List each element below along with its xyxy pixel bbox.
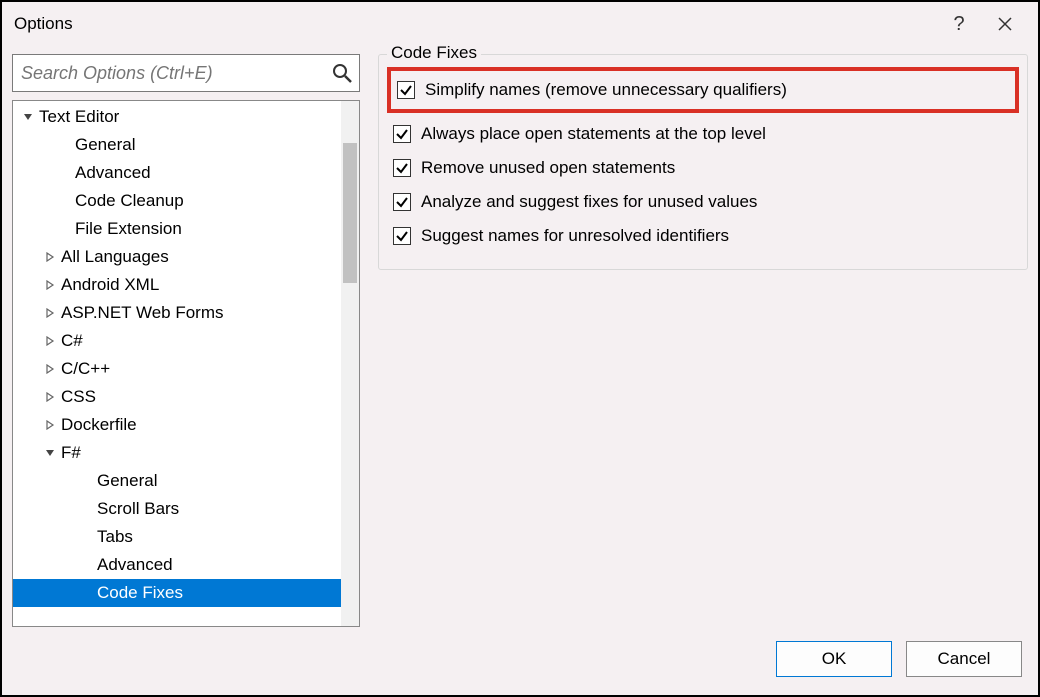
scrollbar-thumb[interactable] [343, 143, 357, 283]
help-button[interactable]: ? [936, 2, 982, 46]
code-fixes-group: Code Fixes Simplify names (remove unnece… [378, 54, 1028, 270]
checkbox[interactable] [393, 193, 411, 211]
tree-item[interactable]: Code Fixes [13, 579, 341, 607]
tree-spacer [57, 138, 71, 152]
expand-right-icon[interactable] [43, 390, 57, 404]
check-icon [395, 195, 409, 209]
titlebar: Options ? [2, 2, 1038, 46]
expand-right-icon[interactable] [43, 306, 57, 320]
option-label: Simplify names (remove unnecessary quali… [425, 80, 787, 100]
option-row: Always place open statements at the top … [393, 117, 1013, 151]
tree-item-label: General [97, 471, 157, 491]
tree-item[interactable]: Text Editor [13, 103, 341, 131]
tree-scrollbar[interactable] [341, 101, 359, 626]
tree-item[interactable]: General [13, 131, 341, 159]
expand-right-icon[interactable] [43, 334, 57, 348]
tree-item[interactable]: CSS [13, 383, 341, 411]
tree-spacer [57, 166, 71, 180]
expand-right-icon[interactable] [43, 250, 57, 264]
option-row: Remove unused open statements [393, 151, 1013, 185]
check-icon [395, 229, 409, 243]
tree-item-label: C/C++ [61, 359, 110, 379]
tree-item-label: ASP.NET Web Forms [61, 303, 224, 323]
option-row: Suggest names for unresolved identifiers [393, 219, 1013, 253]
option-label: Suggest names for unresolved identifiers [421, 226, 729, 246]
tree-item-label: Code Fixes [97, 583, 183, 603]
tree-item[interactable]: Scroll Bars [13, 495, 341, 523]
checkbox[interactable] [393, 125, 411, 143]
tree-item-label: Dockerfile [61, 415, 137, 435]
options-tree[interactable]: Text Editor General Advanced Code Cleanup Fi… [12, 100, 360, 627]
expand-right-icon[interactable] [43, 418, 57, 432]
search-icon[interactable] [332, 63, 352, 83]
tree-spacer [79, 502, 93, 516]
expand-right-icon[interactable] [43, 278, 57, 292]
tree-item[interactable]: F# [13, 439, 341, 467]
tree-spacer [79, 530, 93, 544]
option-row: Simplify names (remove unnecessary quali… [397, 73, 1009, 107]
tree-item-label: F# [61, 443, 81, 463]
tree-spacer [79, 474, 93, 488]
option-row: Analyze and suggest fixes for unused val… [393, 185, 1013, 219]
ok-button[interactable]: OK [776, 641, 892, 677]
tree-item[interactable]: ASP.NET Web Forms [13, 299, 341, 327]
tree-item-label: Code Cleanup [75, 191, 184, 211]
tree-item[interactable]: C/C++ [13, 355, 341, 383]
tree-item[interactable]: Code Cleanup [13, 187, 341, 215]
option-label: Analyze and suggest fixes for unused val… [421, 192, 757, 212]
check-icon [399, 83, 413, 97]
tree-item-label: Tabs [97, 527, 133, 547]
dialog-footer: OK Cancel [2, 627, 1038, 695]
tree-item[interactable]: Advanced [13, 159, 341, 187]
tree-item[interactable]: Dockerfile [13, 411, 341, 439]
expand-right-icon[interactable] [43, 362, 57, 376]
tree-spacer [57, 222, 71, 236]
options-dialog: Options ? Text Editor General Advanced Code… [0, 0, 1040, 697]
close-icon [998, 17, 1012, 31]
checkbox[interactable] [397, 81, 415, 99]
tree-item-label: All Languages [61, 247, 169, 267]
highlighted-option: Simplify names (remove unnecessary quali… [387, 67, 1019, 113]
close-button[interactable] [982, 2, 1028, 46]
check-icon [395, 127, 409, 141]
tree-item[interactable]: C# [13, 327, 341, 355]
cancel-button[interactable]: Cancel [906, 641, 1022, 677]
checkbox[interactable] [393, 159, 411, 177]
tree-item[interactable]: Advanced [13, 551, 341, 579]
tree-spacer [79, 558, 93, 572]
tree-item-label: Android XML [61, 275, 159, 295]
expand-down-icon[interactable] [21, 110, 35, 124]
tree-item-label: Advanced [97, 555, 173, 575]
option-label: Remove unused open statements [421, 158, 675, 178]
option-label: Always place open statements at the top … [421, 124, 766, 144]
expand-down-icon[interactable] [43, 446, 57, 460]
search-input[interactable] [12, 54, 360, 92]
checkbox[interactable] [393, 227, 411, 245]
tree-item[interactable]: All Languages [13, 243, 341, 271]
tree-spacer [57, 194, 71, 208]
tree-item-label: Advanced [75, 163, 151, 183]
tree-item[interactable]: Tabs [13, 523, 341, 551]
group-title: Code Fixes [387, 43, 481, 63]
window-title: Options [12, 14, 73, 34]
check-icon [395, 161, 409, 175]
tree-item-label: Scroll Bars [97, 499, 179, 519]
tree-spacer [79, 586, 93, 600]
tree-item-label: CSS [61, 387, 96, 407]
tree-item[interactable]: Android XML [13, 271, 341, 299]
tree-item-label: C# [61, 331, 83, 351]
tree-item[interactable]: General [13, 467, 341, 495]
tree-item-label: Text Editor [39, 107, 119, 127]
tree-item[interactable]: File Extension [13, 215, 341, 243]
tree-item-label: General [75, 135, 135, 155]
tree-item-label: File Extension [75, 219, 182, 239]
